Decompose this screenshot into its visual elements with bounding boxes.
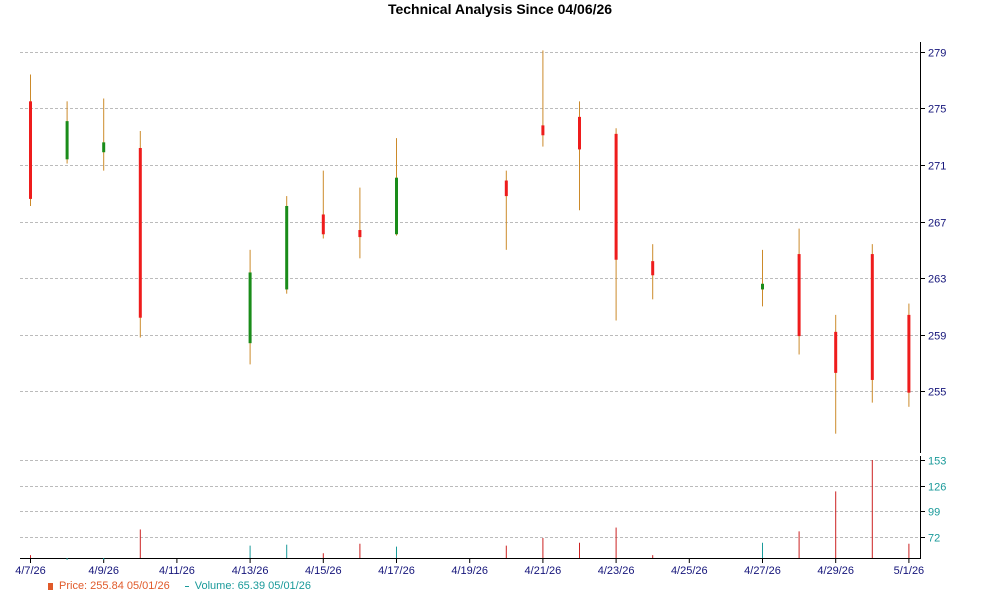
candle-body (578, 116, 581, 150)
candle-body (358, 230, 362, 238)
volume-tick-labels: 153 126 99 72 (928, 456, 946, 545)
candle-body (102, 142, 106, 153)
candle-body (651, 261, 655, 276)
candle-body (870, 254, 874, 380)
volume-tick-label: 126 (928, 482, 946, 494)
candle-body (541, 125, 545, 136)
volume-tick-label: 153 (928, 456, 946, 468)
date-tick-label: 4/11/26 (159, 565, 195, 577)
candle-body (248, 272, 252, 344)
volume-legend-text: Volume: 65.39 05/01/26 (194, 580, 311, 592)
price-legend-text: Price: 255.84 05/01/26 (59, 580, 170, 592)
price-tick-label: 263 (928, 274, 946, 286)
grid-lines (20, 52, 920, 538)
axes (20, 42, 925, 563)
date-tick-label: 4/15/26 (305, 565, 342, 577)
candle-body (504, 180, 508, 197)
candle-body (29, 101, 32, 199)
price-legend-marker (48, 582, 53, 590)
price-tick-label: 271 (928, 161, 946, 173)
candle-body (65, 121, 69, 160)
candle-body (761, 283, 764, 290)
candle-body (834, 331, 838, 373)
wicks (30, 50, 910, 434)
candle-body (285, 205, 289, 290)
candlestick-chart: 279275271267263259255 1531269972 4/7/26 4… (15, 42, 946, 577)
date-tick-label: 4/13/26 (232, 565, 269, 577)
candle-body (395, 177, 398, 235)
candle-body (907, 314, 911, 393)
date-tick-label: 4/9/26 (88, 565, 119, 577)
candle-body (614, 133, 618, 260)
date-tick-label: 4/7/26 (15, 565, 46, 577)
date-tick-labels: 4/7/26 4/9/26 4/11/26 4/13/26 4/15/26 4/17/26… (15, 565, 924, 577)
volume-tick-label: 72 (928, 533, 940, 545)
price-tick-label: 259 (928, 331, 946, 343)
legend: Price: 255.84 05/01/26 Volume: 65.39 05/… (48, 580, 311, 592)
volume-tick-label: 99 (928, 507, 940, 519)
candle-body (797, 254, 801, 337)
date-tick-label: 4/29/26 (817, 565, 854, 577)
date-tick-label: 4/17/26 (378, 565, 415, 577)
candle-bodies (29, 101, 911, 393)
candle-body (138, 148, 142, 318)
candle-body (321, 214, 325, 235)
price-tick-label: 255 (928, 387, 946, 399)
volume-legend-marker (184, 585, 189, 587)
date-tick-label: 4/25/26 (671, 565, 708, 577)
price-tick-label: 275 (928, 104, 946, 116)
date-tick-label: 4/21/26 (525, 565, 562, 577)
price-tick-label: 267 (928, 218, 946, 230)
date-tick-label: 4/19/26 (451, 565, 488, 577)
price-tick-labels: 279 275 271 267 263 259 255 (928, 48, 946, 399)
date-tick-label: 4/27/26 (744, 565, 781, 577)
date-tick-label: 4/23/26 (598, 565, 635, 577)
price-tick-label: 279 (928, 48, 946, 60)
date-tick-label: 5/1/26 (894, 565, 925, 577)
volume-bars (30, 460, 910, 560)
